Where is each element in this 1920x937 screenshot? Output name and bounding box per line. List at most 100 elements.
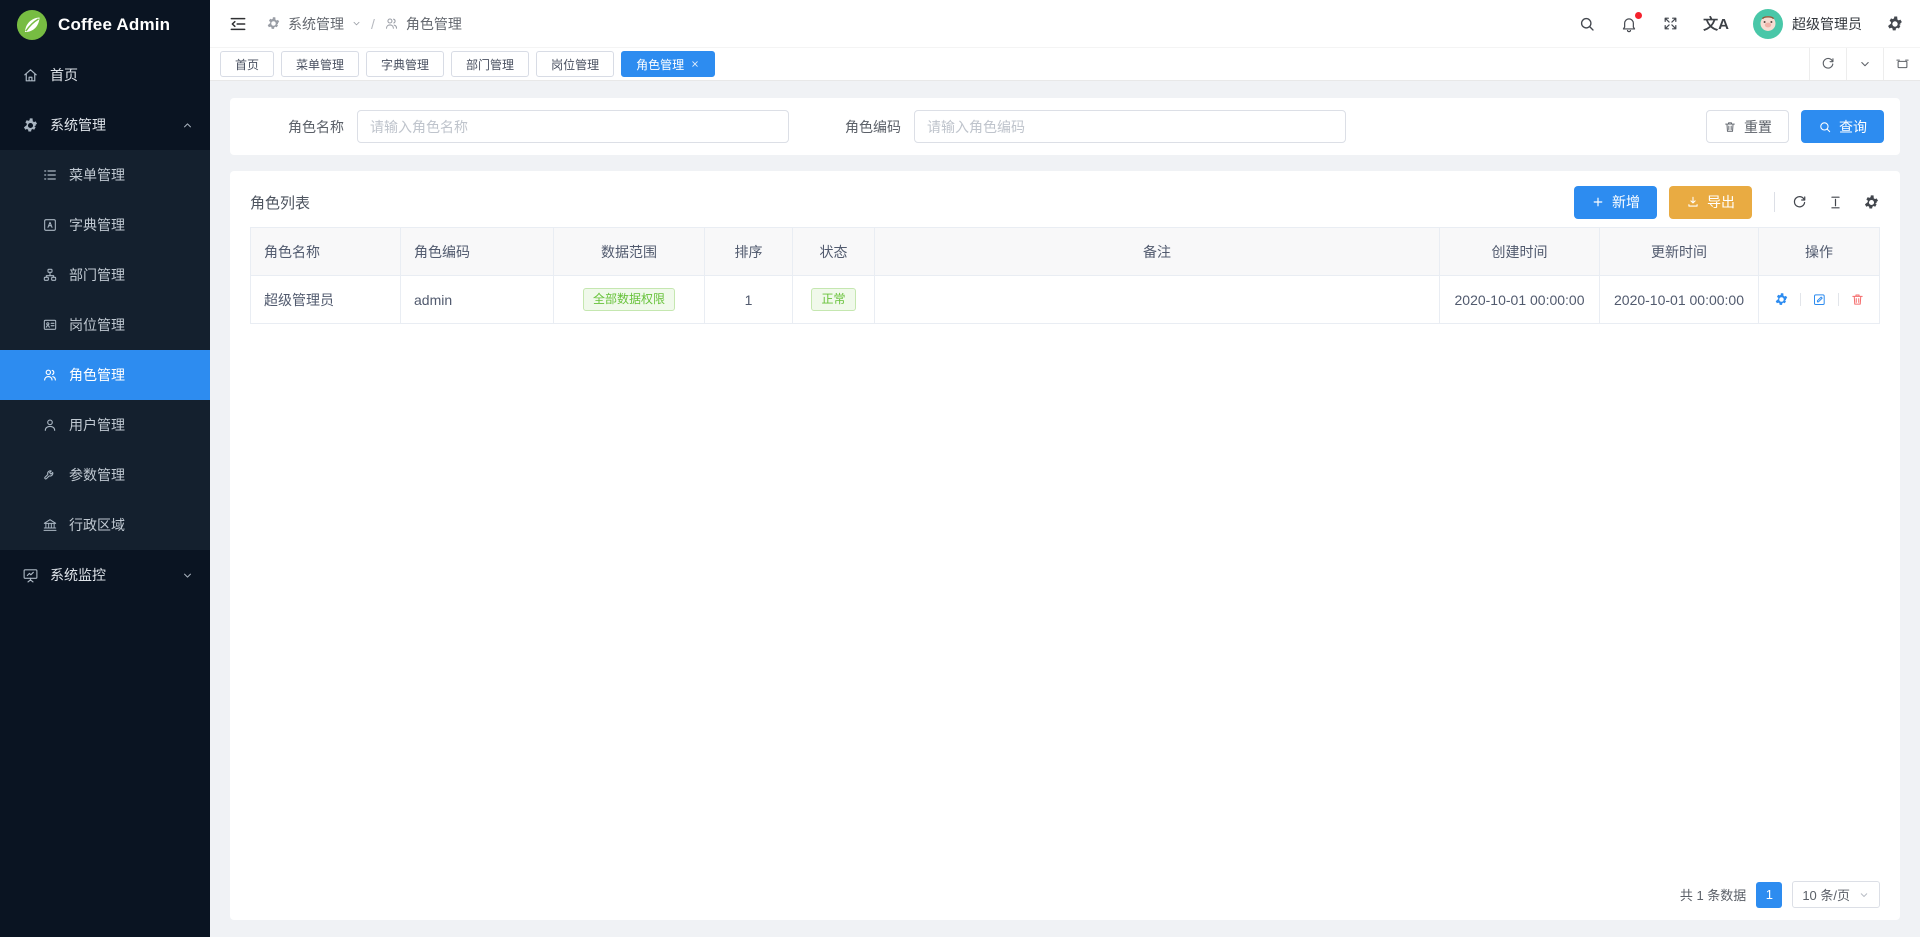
column-settings-gear-icon[interactable] — [1863, 194, 1880, 211]
sidebar-item-dept-mgmt[interactable]: 部门管理 — [0, 250, 210, 300]
tab-dept-mgmt[interactable]: 部门管理 — [451, 51, 529, 77]
filter-card: 角色名称 角色编码 重置 查询 — [230, 98, 1900, 155]
search-icon[interactable] — [1578, 15, 1596, 33]
fullscreen-icon[interactable] — [1662, 15, 1679, 32]
top-header: 系统管理 / 角色管理 文A 超级管理员 — [210, 0, 1920, 48]
export-button[interactable]: 导出 — [1669, 186, 1752, 219]
sidebar-item-label: 用户管理 — [69, 415, 125, 435]
page-size-value: 10 条/页 — [1802, 885, 1850, 904]
status-badge: 正常 — [811, 288, 855, 310]
home-icon — [22, 67, 39, 84]
chevron-down-icon — [351, 18, 362, 29]
sidebar-item-dict-mgmt[interactable]: 字典管理 — [0, 200, 210, 250]
sidebar-item-menu-mgmt[interactable]: 菜单管理 — [0, 150, 210, 200]
sidebar-item-user-mgmt[interactable]: 用户管理 — [0, 400, 210, 450]
sidebar-item-system[interactable]: 系统管理 — [0, 100, 210, 150]
content-fullscreen-icon[interactable] — [1883, 48, 1920, 80]
refresh-tab-icon[interactable] — [1809, 48, 1846, 80]
sidebar-item-label: 行政区域 — [69, 515, 125, 535]
list-icon — [42, 167, 58, 183]
spring-leaf-logo-icon — [16, 9, 48, 41]
chevron-up-icon — [181, 119, 194, 132]
tabs-dropdown-icon[interactable] — [1846, 48, 1883, 80]
sidebar-item-post-mgmt[interactable]: 岗位管理 — [0, 300, 210, 350]
gear-icon — [22, 117, 39, 134]
sidebar-item-label: 字典管理 — [69, 215, 125, 235]
sidebar-item-label: 角色管理 — [69, 365, 125, 385]
header-actions: 文A 超级管理员 — [1578, 9, 1904, 39]
tabs-wrap: 首页 菜单管理 字典管理 部门管理 岗位管理 角色管理 — [210, 48, 1809, 80]
cell-create-time: 2020-10-01 00:00:00 — [1440, 276, 1600, 324]
card-header: 角色列表 新增 导出 — [250, 177, 1880, 227]
notification-bell-icon[interactable] — [1620, 15, 1638, 33]
tab-role-mgmt[interactable]: 角色管理 — [621, 51, 715, 77]
menu-fold-icon[interactable] — [228, 14, 248, 34]
app-logo[interactable]: Coffee Admin — [0, 0, 210, 50]
tab-label: 部门管理 — [466, 56, 514, 73]
col-status: 状态 — [793, 228, 875, 276]
row-height-icon[interactable] — [1827, 194, 1844, 211]
data-scope-tag: 全部数据权限 — [583, 288, 675, 310]
trash-icon — [1723, 120, 1737, 134]
download-icon — [1686, 195, 1700, 209]
monitor-icon — [22, 567, 39, 584]
tab-dict-mgmt[interactable]: 字典管理 — [366, 51, 444, 77]
sidebar-item-label: 参数管理 — [69, 465, 125, 485]
app-title: Coffee Admin — [58, 15, 170, 35]
sidebar-item-param-mgmt[interactable]: 参数管理 — [0, 450, 210, 500]
sidebar-item-home[interactable]: 首页 — [0, 50, 210, 100]
username: 超级管理员 — [1792, 14, 1862, 34]
cell-role-name: 超级管理员 — [251, 276, 401, 324]
translate-icon[interactable]: 文A — [1703, 13, 1729, 34]
breadcrumb-separator: / — [371, 16, 375, 32]
page-number-button[interactable]: 1 — [1756, 882, 1782, 908]
role-name-input[interactable] — [357, 110, 789, 143]
gear-icon — [266, 16, 281, 31]
refresh-table-icon[interactable] — [1791, 194, 1808, 211]
wrench-icon — [42, 467, 58, 483]
tab-home[interactable]: 首页 — [220, 51, 274, 77]
sidebar-item-region[interactable]: 行政区域 — [0, 500, 210, 550]
sidebar-item-label: 部门管理 — [69, 265, 125, 285]
breadcrumb: 系统管理 / 角色管理 — [266, 14, 462, 34]
user-menu[interactable]: 超级管理员 — [1753, 9, 1862, 39]
export-label: 导出 — [1707, 192, 1735, 212]
role-code-input[interactable] — [914, 110, 1346, 143]
edit-icon[interactable] — [1812, 292, 1827, 307]
reset-button[interactable]: 重置 — [1706, 110, 1789, 143]
tab-post-mgmt[interactable]: 岗位管理 — [536, 51, 614, 77]
sidebar-item-label: 岗位管理 — [69, 315, 125, 335]
col-role-name: 角色名称 — [251, 228, 401, 276]
cell-role-code: admin — [401, 276, 554, 324]
col-remark: 备注 — [875, 228, 1440, 276]
breadcrumb-root[interactable]: 系统管理 — [288, 14, 344, 34]
divider — [1800, 293, 1801, 306]
sidebar-item-role-mgmt[interactable]: 角色管理 — [0, 350, 210, 400]
tab-menu-mgmt[interactable]: 菜单管理 — [281, 51, 359, 77]
plus-icon — [1591, 195, 1605, 209]
pagination: 共 1 条数据 1 10 条/页 — [250, 869, 1880, 908]
sidebar-item-monitor[interactable]: 系统监控 — [0, 550, 210, 600]
role-name-field: 角色名称 — [288, 110, 789, 143]
divider — [1838, 293, 1839, 306]
role-code-label: 角色编码 — [845, 117, 901, 137]
settings-gear-icon[interactable] — [1886, 15, 1904, 33]
org-tree-icon — [42, 267, 58, 283]
tab-label: 菜单管理 — [296, 56, 344, 73]
table-header-row: 角色名称 角色编码 数据范围 排序 状态 备注 创建时间 更新时间 操作 — [251, 228, 1880, 276]
table-tools — [1774, 192, 1880, 212]
search-icon — [1818, 120, 1832, 134]
tab-label: 首页 — [235, 56, 259, 73]
search-button[interactable]: 查询 — [1801, 110, 1884, 143]
pagination-total: 共 1 条数据 — [1680, 885, 1746, 904]
reset-label: 重置 — [1744, 117, 1772, 137]
page-size-select[interactable]: 10 条/页 — [1792, 881, 1880, 908]
add-button[interactable]: 新增 — [1574, 186, 1657, 219]
permission-gear-icon[interactable] — [1774, 292, 1789, 307]
tab-close-icon[interactable] — [690, 59, 700, 69]
delete-trash-icon[interactable] — [1850, 292, 1865, 307]
add-label: 新增 — [1612, 192, 1640, 212]
cell-update-time: 2020-10-01 00:00:00 — [1600, 276, 1759, 324]
sidebar-item-label: 菜单管理 — [69, 165, 125, 185]
id-badge-icon — [42, 317, 58, 333]
